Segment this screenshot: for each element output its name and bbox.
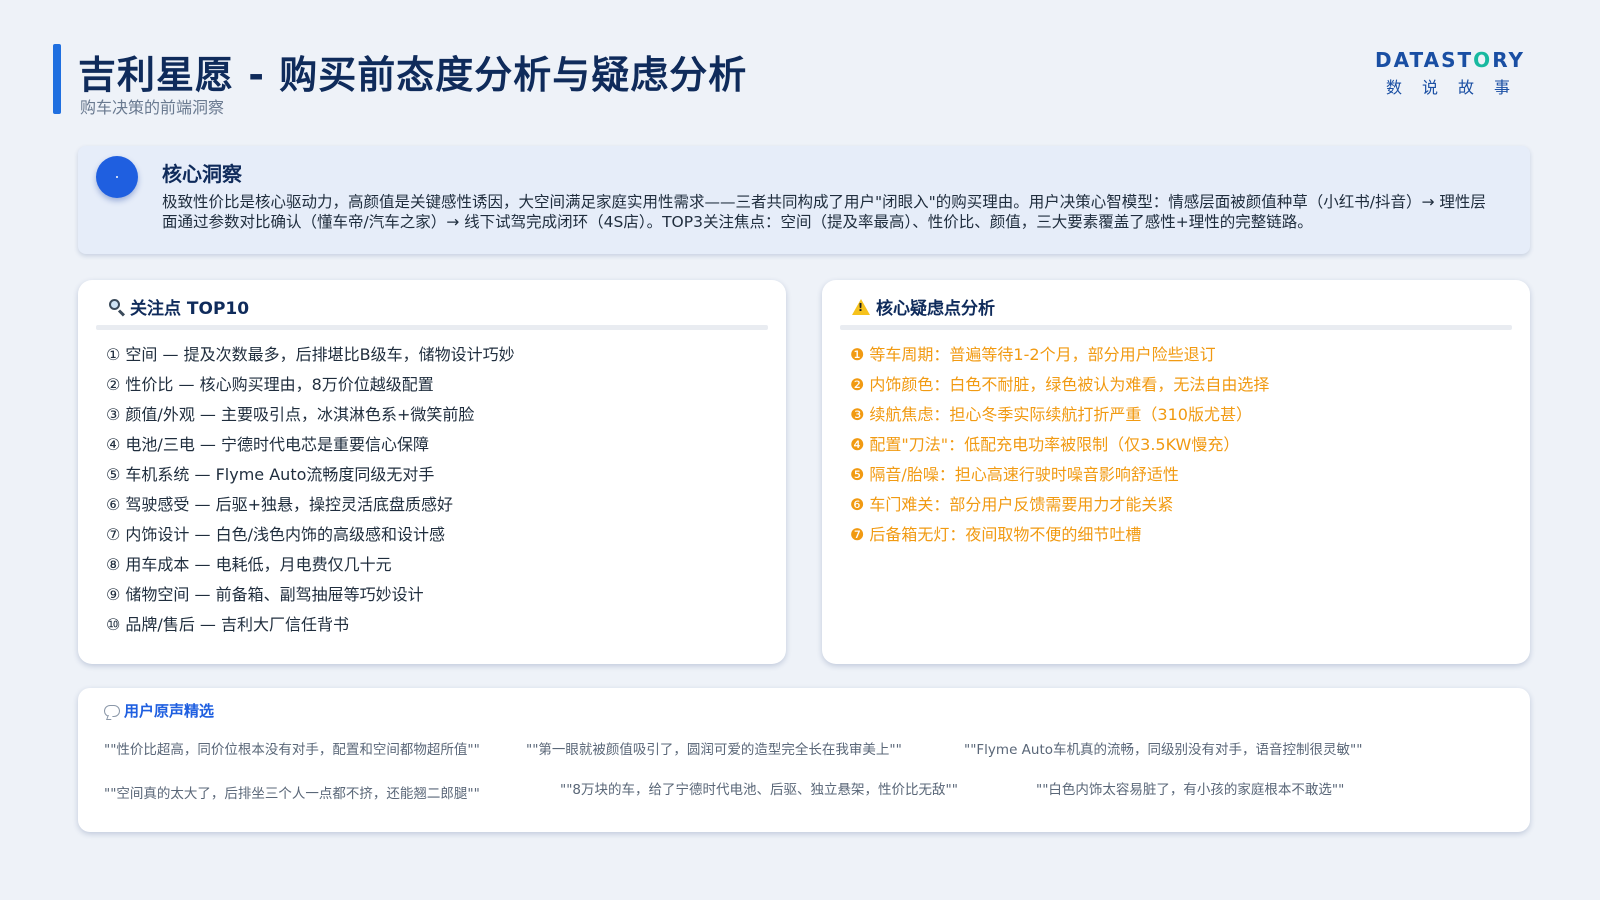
list-item: ⑧ 用车成本 — 电耗低，月电费仅几十元 <box>106 555 392 574</box>
insight-dot-icon <box>96 156 138 198</box>
list-item: ❶ 等车周期：普遍等待1-2个月，部分用户险些退订 <box>850 345 1216 364</box>
list-item: ❸ 续航焦虑：担心冬季实际续航打折严重（310版尤甚） <box>850 405 1252 424</box>
quote-item: ""空间真的太大了，后排坐三个人一点都不挤，还能翘二郎腿"" <box>104 786 480 802</box>
warning-icon <box>852 298 870 315</box>
list-item: ③ 颜值/外观 — 主要吸引点，冰淇淋色系+微笑前脸 <box>106 405 475 424</box>
list-item: ⑩ 品牌/售后 — 吉利大厂信任背书 <box>106 615 349 634</box>
insight-title: 核心洞察 <box>162 162 242 186</box>
list-item: ❹ 配置"刀法"：低配充电功率被限制（仅3.5KW慢充） <box>850 435 1240 454</box>
datastory-logo: DATASTORY 数说故事 <box>1370 48 1530 98</box>
quote-item: ""性价比超高，同价位根本没有对手，配置和空间都物超所值"" <box>104 742 480 758</box>
logo-subtext: 数说故事 <box>1386 78 1531 97</box>
voices-header: 用户原声精选 <box>104 700 214 721</box>
list-item: ❺ 隔音/胎噪：担心高速行驶时噪音影响舒适性 <box>850 465 1179 484</box>
quote-item: ""Flyme Auto车机真的流畅，同级别没有对手，语音控制很灵敏"" <box>964 742 1363 758</box>
logo-text-o: O <box>1473 48 1493 72</box>
concerns-panel: 核心疑虑点分析 ❶ 等车周期：普遍等待1-2个月，部分用户险些退订 ❷ 内饰颜色… <box>822 280 1530 664</box>
quote-item: ""白色内饰太容易脏了，有小孩的家庭根本不敢选"" <box>1036 782 1345 798</box>
title-accent-bar <box>53 44 61 114</box>
magnifier-icon <box>108 298 126 317</box>
page-subtitle: 购车决策的前端洞察 <box>80 98 225 117</box>
list-item: ⑨ 储物空间 — 前备箱、副驾抽屉等巧妙设计 <box>106 585 424 604</box>
concerns-panel-title: 核心疑虑点分析 <box>876 299 995 319</box>
divider <box>840 325 1512 330</box>
user-voices-card: 用户原声精选 ""性价比超高，同价位根本没有对手，配置和空间都物超所值"" ""… <box>78 688 1530 832</box>
focus-top10-panel: 关注点 TOP10 ① 空间 — 提及次数最多，后排堪比B级车，储物设计巧妙 ②… <box>78 280 786 664</box>
focus-panel-title: 关注点 TOP10 <box>130 299 250 319</box>
page-title: 吉利星愿 - 购买前态度分析与疑虑分析 <box>78 53 748 97</box>
speech-bubble-icon <box>104 704 120 717</box>
insight-text: 极致性价比是核心驱动力，高颜值是关键感性诱因，大空间满足家庭实用性需求——三者共… <box>162 193 1486 231</box>
list-item: ❼ 后备箱无灯：夜间取物不便的细节吐槽 <box>850 525 1142 544</box>
core-insight-card: 核心洞察 极致性价比是核心驱动力，高颜值是关键感性诱因，大空间满足家庭实用性需求… <box>78 146 1530 254</box>
list-item: ② 性价比 — 核心购买理由，8万价位越级配置 <box>106 375 434 394</box>
list-item: ⑤ 车机系统 — Flyme Auto流畅度同级无对手 <box>106 465 435 484</box>
list-item: ⑦ 内饰设计 — 白色/浅色内饰的高级感和设计感 <box>106 525 445 544</box>
logo-text-post: RY <box>1492 48 1525 72</box>
logo-text-pre: DATAST <box>1375 48 1474 72</box>
quote-item: ""8万块的车，给了宁德时代电池、后驱、独立悬架，性价比无敌"" <box>560 782 958 798</box>
voices-title: 用户原声精选 <box>124 702 215 720</box>
focus-list: ① 空间 — 提及次数最多，后排堪比B级车，储物设计巧妙 ② 性价比 — 核心购… <box>106 340 515 640</box>
concerns-list: ❶ 等车周期：普遍等待1-2个月，部分用户险些退订 ❷ 内饰颜色：白色不耐脏，绿… <box>850 340 1269 550</box>
list-item: ① 空间 — 提及次数最多，后排堪比B级车，储物设计巧妙 <box>106 345 515 364</box>
list-item: ⑥ 驾驶感受 — 后驱+独悬，操控灵活底盘质感好 <box>106 495 454 514</box>
divider <box>96 325 768 330</box>
logo-wordmark: DATASTORY <box>1370 48 1530 72</box>
focus-panel-header: 关注点 TOP10 <box>108 294 249 319</box>
list-item: ❷ 内饰颜色：白色不耐脏，绿色被认为难看，无法自由选择 <box>850 375 1270 394</box>
quote-item: ""第一眼就被颜值吸引了，圆润可爱的造型完全长在我审美上"" <box>526 742 902 758</box>
list-item: ④ 电池/三电 — 宁德时代电芯是重要信心保障 <box>106 435 429 454</box>
list-item: ❻ 车门难关：部分用户反馈需要用力才能关紧 <box>850 495 1174 514</box>
concerns-panel-header: 核心疑虑点分析 <box>852 294 995 319</box>
